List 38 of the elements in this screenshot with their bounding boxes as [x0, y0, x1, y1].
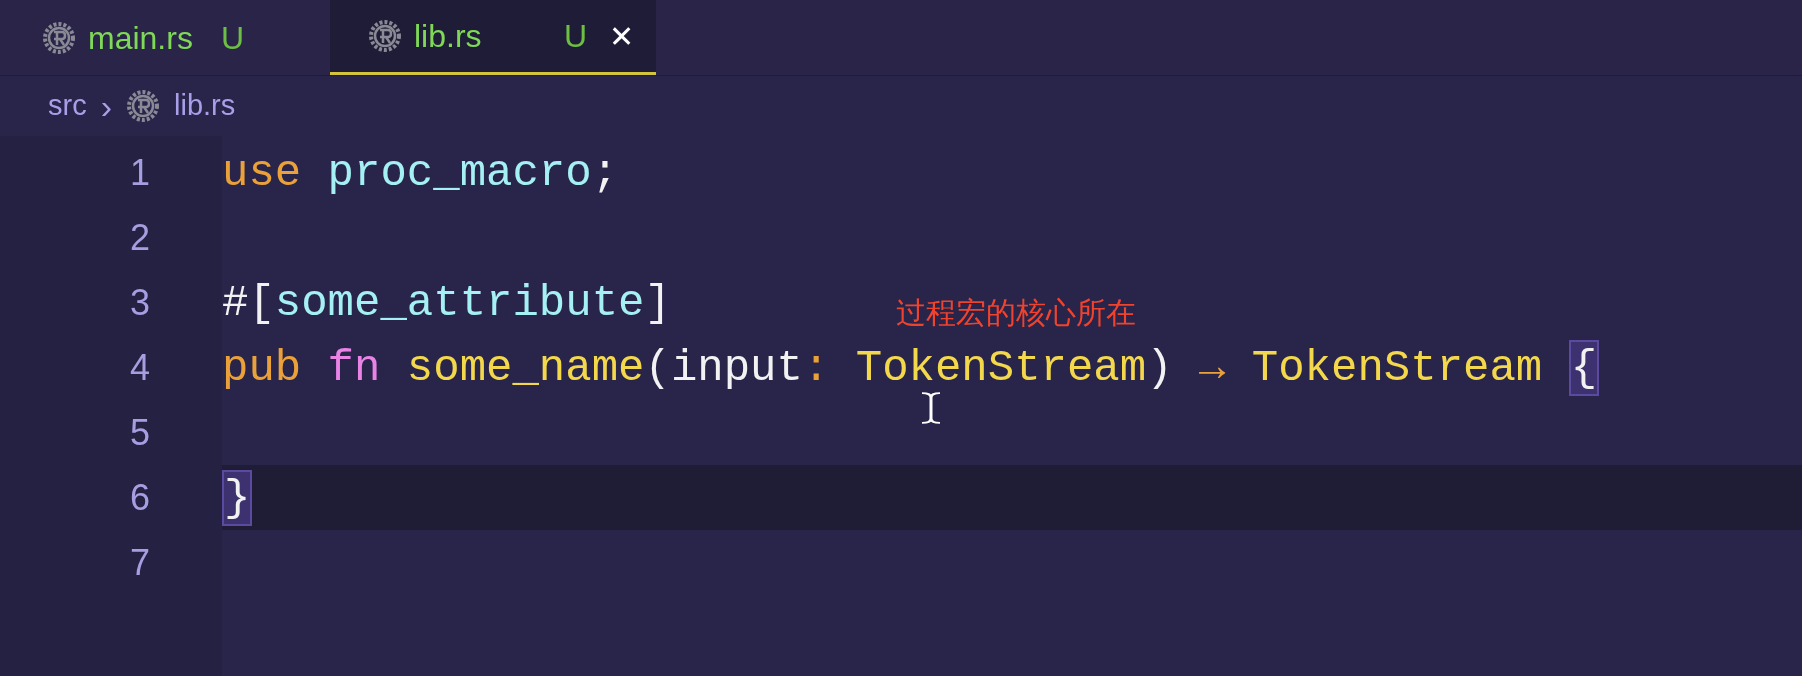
code-token: : [802, 341, 830, 395]
code-token: proc_macro [326, 146, 592, 200]
line-number: 5 [129, 410, 150, 455]
breadcrumb-file[interactable]: lib.rs [174, 84, 236, 128]
line-number: 3 [129, 280, 150, 325]
code-token: fn [326, 341, 381, 395]
matched-bracket: { [1568, 339, 1600, 396]
gear-icon [42, 20, 76, 55]
breadcrumb-folder[interactable]: src [48, 84, 87, 128]
line-number: 1 [129, 150, 150, 195]
close-button[interactable]: ✕ [609, 13, 634, 59]
breadcrumb-separator: › [100, 85, 112, 127]
editor-tab[interactable]: lib.rs U ✕ [330, 0, 656, 75]
status-label: U [220, 18, 244, 58]
code-token: some_name [405, 341, 645, 395]
annotation-text: 过程宏的核心所在 [896, 295, 1136, 331]
code-token: → [1198, 341, 1226, 395]
tab-label: main.rs [88, 18, 193, 58]
tab-label: lib.rs [414, 17, 482, 56]
code-token: ] [644, 276, 671, 330]
line-number: 4 [129, 345, 150, 390]
code-token: use [222, 146, 302, 200]
code-token: #[ [222, 276, 275, 330]
code-token: TokenStream [1250, 341, 1544, 395]
gear-icon [368, 19, 402, 53]
status-label: U [563, 17, 587, 56]
code-token: some_attribute [274, 276, 645, 330]
code-token: ) [1146, 341, 1173, 395]
code-token: pub [222, 341, 302, 395]
matched-bracket: } [222, 469, 253, 526]
line-number: 6 [129, 475, 150, 520]
editor-tab[interactable]: main.rs U [0, 0, 330, 75]
code-token: ; [591, 146, 619, 200]
code-token: (input [644, 341, 803, 395]
code-token: TokenStream [854, 341, 1147, 395]
line-number: 2 [129, 215, 150, 260]
line-number: 7 [129, 540, 150, 585]
gear-icon [126, 89, 160, 123]
